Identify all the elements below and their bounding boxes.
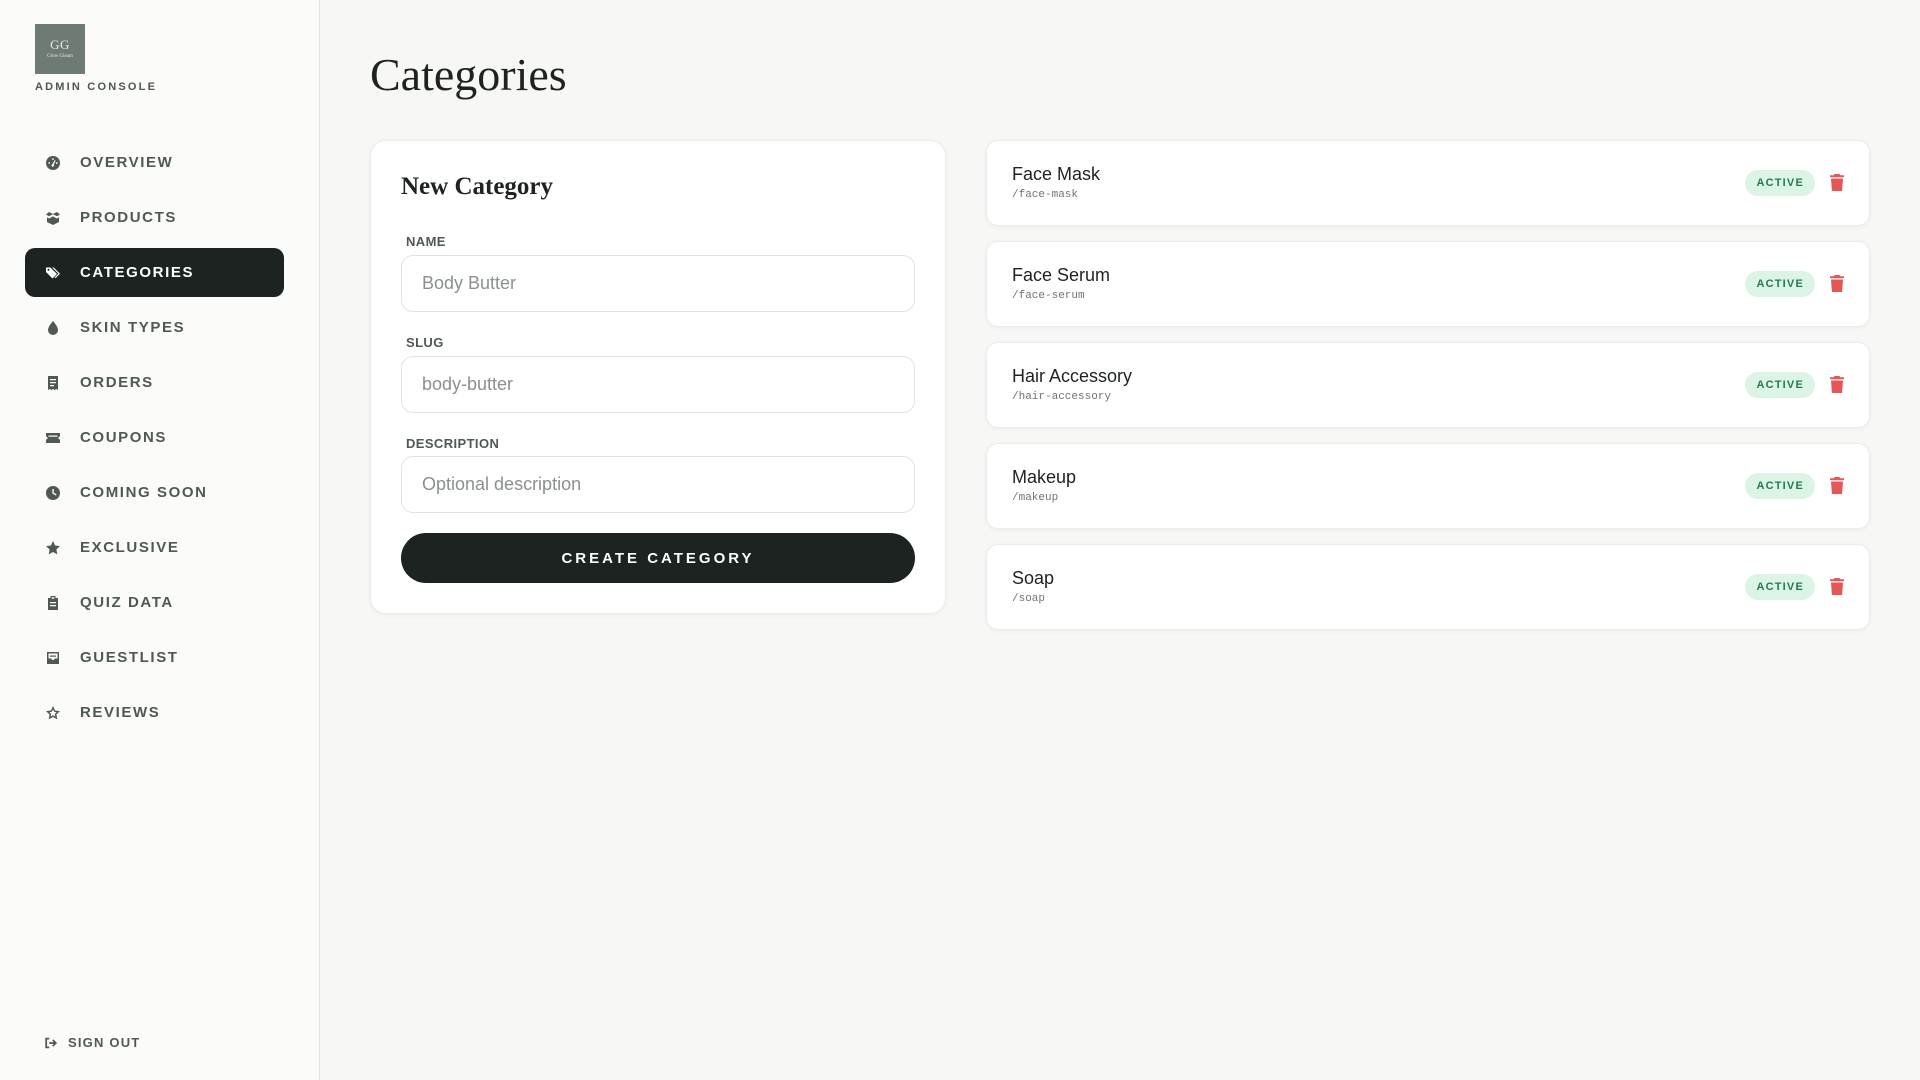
- name-label: NAME: [406, 234, 446, 249]
- sidebar-item-label: QUIZ DATA: [80, 594, 174, 611]
- category-slug: /face-serum: [1012, 290, 1085, 302]
- receipt-icon: [45, 375, 61, 391]
- sign-out-label: SIGN OUT: [68, 1035, 141, 1050]
- slug-input[interactable]: [401, 356, 915, 413]
- logo-mark: GG: [50, 37, 70, 52]
- name-input[interactable]: [401, 255, 915, 312]
- sidebar-item-quiz-data[interactable]: QUIZ DATA: [25, 578, 284, 627]
- logo-small-text: Glow Gleam: [47, 54, 73, 59]
- new-category-form: New Category NAME SLUG DESCRIPTION CREAT…: [370, 140, 946, 614]
- slug-label: SLUG: [406, 335, 444, 350]
- droplet-icon: [45, 320, 61, 336]
- delete-button[interactable]: [1830, 477, 1844, 494]
- sidebar-item-label: COMING SOON: [80, 484, 208, 501]
- category-name: Makeup: [1012, 467, 1077, 487]
- brand: GG Glow Gleam ADMIN CONSOLE: [35, 24, 157, 93]
- sidebar-item-label: GUESTLIST: [80, 649, 179, 666]
- ticket-icon: [45, 430, 61, 446]
- sidebar-item-products[interactable]: PRODUCTS: [25, 193, 284, 242]
- brand-logo[interactable]: GG Glow Gleam: [35, 24, 85, 74]
- inbox-icon: [45, 650, 61, 666]
- clock-icon: [45, 485, 61, 501]
- sidebar-item-coupons[interactable]: COUPONS: [25, 413, 284, 462]
- sidebar-item-label: ORDERS: [80, 374, 154, 391]
- sidebar-item-label: PRODUCTS: [80, 209, 177, 226]
- list-item[interactable]: Face Mask /face-mask ACTIVE: [986, 140, 1870, 226]
- sidebar-item-label: COUPONS: [80, 429, 168, 446]
- status-badge: ACTIVE: [1745, 473, 1815, 499]
- sidebar-item-orders[interactable]: ORDERS: [25, 358, 284, 407]
- sidebar-item-label: CATEGORIES: [80, 264, 195, 281]
- delete-button[interactable]: [1830, 376, 1844, 393]
- star-icon: [45, 540, 61, 556]
- category-list: Face Mask /face-mask ACTIVE Face Serum /…: [986, 140, 1870, 645]
- description-input[interactable]: [401, 456, 915, 513]
- page-title: Categories: [370, 49, 567, 100]
- list-item[interactable]: Face Serum /face-serum ACTIVE: [986, 241, 1870, 327]
- category-slug: /makeup: [1012, 492, 1059, 504]
- sidebar-item-categories[interactable]: CATEGORIES: [25, 248, 284, 297]
- delete-button[interactable]: [1830, 275, 1844, 292]
- star-outline-icon: [45, 705, 61, 721]
- list-item[interactable]: Makeup /makeup ACTIVE: [986, 443, 1870, 529]
- trash-icon: [1830, 174, 1844, 191]
- trash-icon: [1830, 578, 1844, 595]
- form-title: New Category: [401, 173, 554, 200]
- category-slug: /hair-accessory: [1012, 391, 1112, 403]
- brand-subtitle: ADMIN CONSOLE: [35, 81, 158, 93]
- trash-icon: [1830, 376, 1844, 393]
- sidebar-item-guestlist[interactable]: GUESTLIST: [25, 633, 284, 682]
- sidebar-item-exclusive[interactable]: EXCLUSIVE: [25, 523, 284, 572]
- category-name: Face Mask: [1012, 164, 1101, 184]
- description-label: DESCRIPTION: [406, 436, 500, 451]
- tags-icon: [45, 265, 61, 281]
- delete-button[interactable]: [1830, 174, 1844, 191]
- box-icon: [45, 210, 61, 226]
- sidebar-item-coming-soon[interactable]: COMING SOON: [25, 468, 284, 517]
- sidebar-item-overview[interactable]: OVERVIEW: [25, 138, 284, 187]
- sign-out-button[interactable]: SIGN OUT: [44, 1035, 140, 1050]
- clipboard-icon: [45, 595, 61, 611]
- sidebar-item-label: SKIN TYPES: [80, 319, 186, 336]
- category-name: Face Serum: [1012, 265, 1111, 285]
- trash-icon: [1830, 477, 1844, 494]
- dashboard-icon: [45, 155, 61, 171]
- sidebar-item-label: OVERVIEW: [80, 154, 174, 171]
- sidebar-item-skin-types[interactable]: SKIN TYPES: [25, 303, 284, 352]
- sidebar-item-reviews[interactable]: REVIEWS: [25, 688, 284, 737]
- sidebar-item-label: REVIEWS: [80, 704, 161, 721]
- trash-icon: [1830, 275, 1844, 292]
- category-name: Hair Accessory: [1012, 366, 1133, 386]
- list-item[interactable]: Soap /soap ACTIVE: [986, 544, 1870, 630]
- sign-out-icon: [45, 1037, 58, 1048]
- status-badge: ACTIVE: [1745, 372, 1815, 398]
- category-name: Soap: [1012, 568, 1055, 588]
- sidebar-item-label: EXCLUSIVE: [80, 539, 180, 556]
- sidebar-nav: OVERVIEW PRODUCTS CATEGORIES SKIN TYPES …: [25, 138, 284, 743]
- category-slug: /soap: [1012, 593, 1046, 605]
- sidebar: GG Glow Gleam ADMIN CONSOLE OVERVIEW PRO…: [0, 0, 320, 1080]
- list-item[interactable]: Hair Accessory /hair-accessory ACTIVE: [986, 342, 1870, 428]
- delete-button[interactable]: [1830, 578, 1844, 595]
- create-category-button[interactable]: CREATE CATEGORY: [401, 533, 915, 583]
- category-slug: /face-mask: [1012, 189, 1079, 201]
- status-badge: ACTIVE: [1745, 271, 1815, 297]
- status-badge: ACTIVE: [1745, 574, 1815, 600]
- status-badge: ACTIVE: [1745, 170, 1815, 196]
